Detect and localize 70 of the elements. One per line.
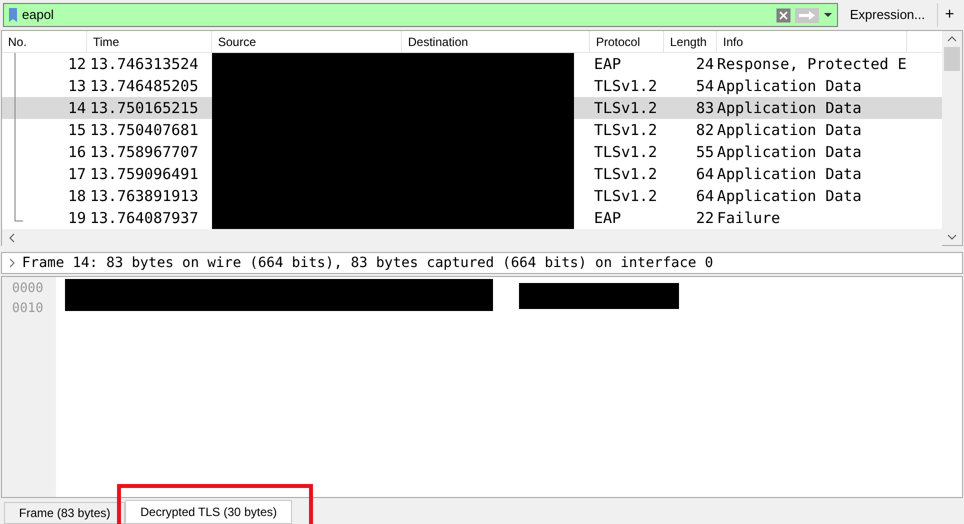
- byte-offset: 0010: [12, 300, 44, 318]
- byte-offset: 0000: [12, 280, 44, 298]
- packet-row[interactable]: 19 13.764087937 EAP 22 Failure: [2, 207, 942, 229]
- packet-number: 16: [68, 142, 86, 163]
- column-header[interactable]: Info: [717, 31, 907, 52]
- packet-row[interactable]: 18 13.763891913 TLSv1.2 64 Application Data: [2, 185, 942, 207]
- scrollbar-thumb[interactable]: [944, 47, 960, 71]
- filter-field[interactable]: eapol: [3, 3, 838, 27]
- packet-time: 13.750407681: [90, 120, 198, 141]
- column-header[interactable]: Protocol: [590, 31, 664, 52]
- packet-time: 13.750165215: [90, 98, 198, 119]
- frame-summary[interactable]: Frame 14: 83 bytes on wire (664 bits), 83 bytes captured (664 bits) on interface 0: [22, 254, 714, 272]
- packet-protocol: TLSv1.2: [594, 142, 658, 163]
- packet-protocol: EAP: [594, 54, 622, 75]
- column-header[interactable]: Destination: [402, 31, 590, 52]
- byte-tab[interactable]: Decrypted TLS (30 bytes): [125, 500, 292, 524]
- packet-row[interactable]: 13 13.746485205 TLSv1.2 54 Application Data: [2, 75, 942, 97]
- scroll-left-icon[interactable]: [8, 232, 16, 244]
- dropdown-caret-icon[interactable]: [822, 10, 833, 20]
- packet-info: Response, Protected E: [717, 54, 907, 75]
- column-header[interactable]: Time: [87, 31, 212, 52]
- column-header[interactable]: No.: [2, 31, 87, 52]
- packet-length: 24: [696, 54, 714, 75]
- packet-number: 12: [68, 54, 86, 75]
- packet-info: Application Data: [717, 142, 862, 163]
- packet-info: Application Data: [717, 98, 862, 119]
- vertical-scrollbar[interactable]: [942, 31, 962, 245]
- packet-time: 13.763891913: [90, 186, 198, 207]
- packet-length: 64: [696, 164, 714, 185]
- packet-row[interactable]: 17 13.759096491 TLSv1.2 64 Application Data: [2, 163, 942, 185]
- packet-length: 54: [696, 76, 714, 97]
- packet-row[interactable]: 16 13.758967707 TLSv1.2 55 Application Data: [2, 141, 942, 163]
- packet-length: 83: [696, 98, 714, 119]
- packet-number: 18: [68, 186, 86, 207]
- packet-time: 13.759096491: [90, 164, 198, 185]
- packet-time: 13.746313524: [90, 54, 198, 75]
- packet-row[interactable]: 15 13.750407681 TLSv1.2 82 Application Data: [2, 119, 942, 141]
- packet-info: Application Data: [717, 164, 862, 185]
- packet-row[interactable]: 14 13.750165215 TLSv1.2 83 Application Data: [2, 97, 942, 119]
- packet-row[interactable]: 12 13.746313524 EAP 24 Response, Protected E: [2, 53, 942, 75]
- packet-time: 13.764087937: [90, 208, 198, 229]
- filter-input[interactable]: eapol: [22, 5, 772, 25]
- packet-length: 22: [696, 208, 714, 229]
- packet-number: 17: [68, 164, 86, 185]
- packet-protocol: TLSv1.2: [594, 120, 658, 141]
- column-header[interactable]: Length: [664, 31, 717, 52]
- packet-info: Failure: [717, 208, 780, 229]
- packet-protocol: TLSv1.2: [594, 98, 658, 119]
- packet-number: 15: [68, 120, 86, 141]
- packet-protocol: TLSv1.2: [594, 76, 658, 97]
- packet-info: Application Data: [717, 76, 862, 97]
- packet-length: 55: [696, 142, 714, 163]
- packet-info: Application Data: [717, 186, 862, 207]
- bookmark-icon[interactable]: [8, 7, 18, 23]
- packet-info: Application Data: [717, 120, 862, 141]
- clear-icon[interactable]: [776, 8, 791, 22]
- packet-number: 19: [68, 208, 86, 229]
- packet-length: 82: [696, 120, 714, 141]
- packet-time: 13.746485205: [90, 76, 198, 97]
- packet-number: 14: [68, 98, 86, 119]
- packet-time: 13.758967707: [90, 142, 198, 163]
- packet-protocol: EAP: [594, 208, 622, 229]
- add-filter-button[interactable]: +: [937, 3, 961, 27]
- column-header[interactable]: Source: [212, 31, 402, 52]
- packet-protocol: TLSv1.2: [594, 186, 658, 207]
- packet-number: 13: [68, 76, 86, 97]
- expression-button[interactable]: Expression...: [842, 3, 933, 27]
- byte-tab[interactable]: Frame (83 bytes): [4, 502, 126, 524]
- packet-protocol: TLSv1.2: [594, 164, 658, 185]
- packet-length: 64: [696, 186, 714, 207]
